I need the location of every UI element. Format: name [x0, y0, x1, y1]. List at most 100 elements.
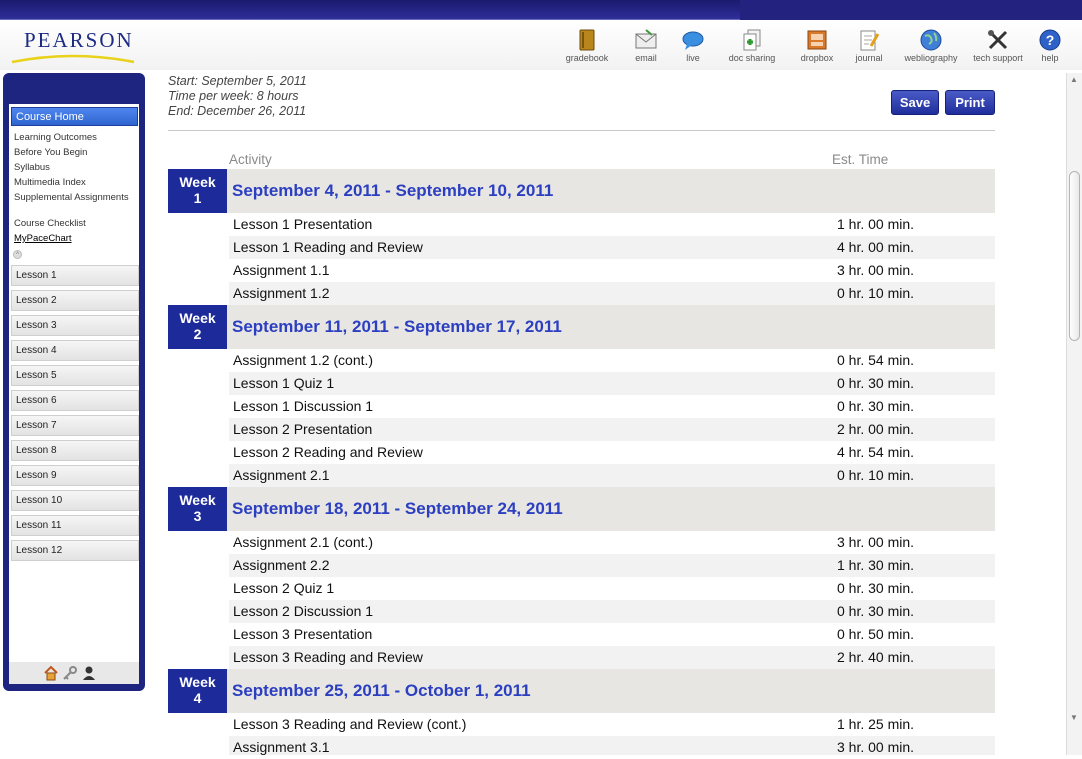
home-icon[interactable]	[43, 665, 59, 681]
sidebar-lesson-3[interactable]: Lesson 3	[11, 315, 139, 336]
vertical-scrollbar[interactable]: ▲ ▼	[1066, 73, 1082, 755]
sidebar-lesson-10[interactable]: Lesson 10	[11, 490, 139, 511]
week-badge: Week 1	[168, 169, 227, 213]
sidebar-link-course-checklist[interactable]: Course Checklist	[14, 218, 134, 229]
activity-cell: Lesson 1 Quiz 1	[233, 375, 335, 391]
save-button[interactable]: Save	[891, 90, 939, 115]
table-row: Assignment 1.2 0 hr. 10 min.	[229, 282, 995, 305]
sidebar-lesson-7[interactable]: Lesson 7	[11, 415, 139, 436]
toolbar-label: live	[686, 53, 700, 63]
toolbar-label: doc sharing	[728, 53, 776, 63]
table-row: Assignment 1.1 3 hr. 00 min.	[229, 259, 995, 282]
sidebar-lesson-1[interactable]: Lesson 1	[11, 265, 139, 286]
toolbar-doc-sharing[interactable]: doc sharing	[720, 28, 784, 63]
sidebar-lesson-8[interactable]: Lesson 8	[11, 440, 139, 461]
sidebar-item-course-home[interactable]: Course Home	[11, 107, 138, 126]
toolbar-live[interactable]: live	[661, 28, 725, 63]
week-badge-number: 4	[193, 690, 202, 706]
sidebar-link-learning-outcomes[interactable]: Learning Outcomes	[14, 132, 134, 143]
help-icon: ?	[1039, 29, 1061, 51]
scroll-up-icon[interactable]: ▲	[1070, 75, 1078, 84]
sidebar-lesson-5[interactable]: Lesson 5	[11, 365, 139, 386]
time-cell: 4 hr. 54 min.	[837, 444, 915, 460]
activity-cell: Lesson 1 Presentation	[233, 216, 373, 232]
week-badge-label: Week	[179, 310, 216, 326]
time-cell: 0 hr. 30 min.	[837, 580, 915, 596]
sidebar-lesson-9[interactable]: Lesson 9	[11, 465, 139, 486]
sidebar: Course Home Learning Outcomes Before You…	[3, 73, 145, 691]
activity-cell: Lesson 3 Presentation	[233, 626, 373, 642]
table-row: Lesson 2 Reading and Review 4 hr. 54 min.	[229, 441, 995, 464]
week-header: Week 1 September 4, 2011 - September 10, …	[168, 169, 995, 213]
svg-text:?: ?	[1046, 32, 1055, 48]
column-header-est-time: Est. Time	[832, 152, 889, 167]
activity-cell: Assignment 3.1	[233, 739, 330, 755]
time-cell: 0 hr. 30 min.	[837, 375, 915, 391]
time-cell: 1 hr. 00 min.	[837, 216, 915, 232]
table-row: Lesson 3 Reading and Review 2 hr. 40 min.	[229, 646, 995, 669]
week-header: Week 2 September 11, 2011 - September 17,…	[168, 305, 995, 349]
doc-sharing-icon	[743, 29, 761, 51]
divider	[168, 130, 995, 131]
time-cell: 3 hr. 00 min.	[837, 739, 915, 755]
week-date-range: September 4, 2011 - September 10, 2011	[232, 181, 554, 200]
week-date-range: September 18, 2011 - September 24, 2011	[232, 499, 563, 518]
sidebar-lesson-12[interactable]: Lesson 12	[11, 540, 139, 561]
sidebar-link-before-you-begin[interactable]: Before You Begin	[14, 147, 134, 158]
activity-cell: Assignment 2.2	[233, 557, 330, 573]
time-cell: 2 hr. 00 min.	[837, 421, 915, 437]
week-badge-label: Week	[179, 174, 216, 190]
sidebar-panel: Course Home Learning Outcomes Before You…	[9, 104, 139, 684]
table-row: Assignment 2.2 1 hr. 30 min.	[229, 554, 995, 577]
scrollbar-thumb[interactable]	[1069, 171, 1080, 341]
sidebar-link-supplemental-assignments[interactable]: Supplemental Assignments	[14, 192, 134, 203]
week-badge: Week 3	[168, 487, 227, 531]
time-cell: 0 hr. 50 min.	[837, 626, 915, 642]
table-row: Lesson 1 Discussion 1 0 hr. 30 min.	[229, 395, 995, 418]
time-cell: 4 hr. 00 min.	[837, 239, 915, 255]
sidebar-link-syllabus[interactable]: Syllabus	[14, 162, 134, 173]
table-row: Assignment 2.1 0 hr. 10 min.	[229, 464, 995, 487]
table-row: Lesson 2 Discussion 1 0 hr. 30 min.	[229, 600, 995, 623]
activity-cell: Assignment 1.1	[233, 262, 330, 278]
table-row: Assignment 2.1 (cont.) 3 hr. 00 min.	[229, 531, 995, 554]
activity-cell: Assignment 1.2 (cont.)	[233, 352, 374, 368]
sidebar-lesson-6[interactable]: Lesson 6	[11, 390, 139, 411]
time-cell: 0 hr. 10 min.	[837, 467, 915, 483]
toolbar-webliography[interactable]: webliography	[899, 28, 963, 63]
sidebar-lesson-11[interactable]: Lesson 11	[11, 515, 139, 536]
activity-cell: Lesson 3 Reading and Review	[233, 649, 423, 665]
time-cell: 0 hr. 54 min.	[837, 352, 915, 368]
toolbar-help[interactable]: ? help	[1018, 28, 1082, 63]
week-badge: Week 2	[168, 305, 227, 349]
time-per-week: Time per week: 8 hours	[168, 89, 299, 103]
sidebar-link-mypacechart[interactable]: MyPaceChart	[14, 233, 134, 244]
table-row: Lesson 2 Quiz 1 0 hr. 30 min.	[229, 577, 995, 600]
toolbar-label: help	[1041, 53, 1059, 63]
activity-cell: Lesson 3 Reading and Review (cont.)	[233, 716, 467, 732]
toolbar-label: webliography	[904, 53, 958, 63]
key-icon[interactable]	[62, 665, 78, 681]
live-chat-icon	[682, 31, 704, 50]
toolbar-journal[interactable]: journal	[837, 28, 901, 63]
toolbar-label: gradebook	[565, 53, 609, 63]
scroll-down-icon[interactable]: ▼	[1070, 713, 1078, 722]
activity-cell: Lesson 2 Reading and Review	[233, 444, 423, 460]
activity-cell: Lesson 2 Discussion 1	[233, 603, 374, 619]
activity-cell: Assignment 2.1	[233, 467, 330, 483]
top-banner	[0, 0, 1082, 20]
week-header: Week 4 September 25, 2011 - October 1, 20…	[168, 669, 995, 713]
pearson-logo[interactable]: PEARSON	[24, 28, 134, 53]
table-row: Lesson 1 Reading and Review 4 hr. 00 min.	[229, 236, 995, 259]
week-badge-label: Week	[179, 492, 216, 508]
time-cell: 2 hr. 40 min.	[837, 649, 915, 665]
sidebar-lesson-4[interactable]: Lesson 4	[11, 340, 139, 361]
journal-icon	[860, 30, 880, 51]
table-row: Lesson 1 Presentation 1 hr. 00 min.	[229, 213, 995, 236]
sidebar-lesson-2[interactable]: Lesson 2	[11, 290, 139, 311]
print-button[interactable]: Print	[945, 90, 995, 115]
sidebar-link-multimedia-index[interactable]: Multimedia Index	[14, 177, 134, 188]
user-icon[interactable]	[81, 665, 97, 681]
collapse-up-icon[interactable]: ^	[13, 250, 22, 259]
toolbar-gradebook[interactable]: gradebook	[555, 28, 619, 63]
